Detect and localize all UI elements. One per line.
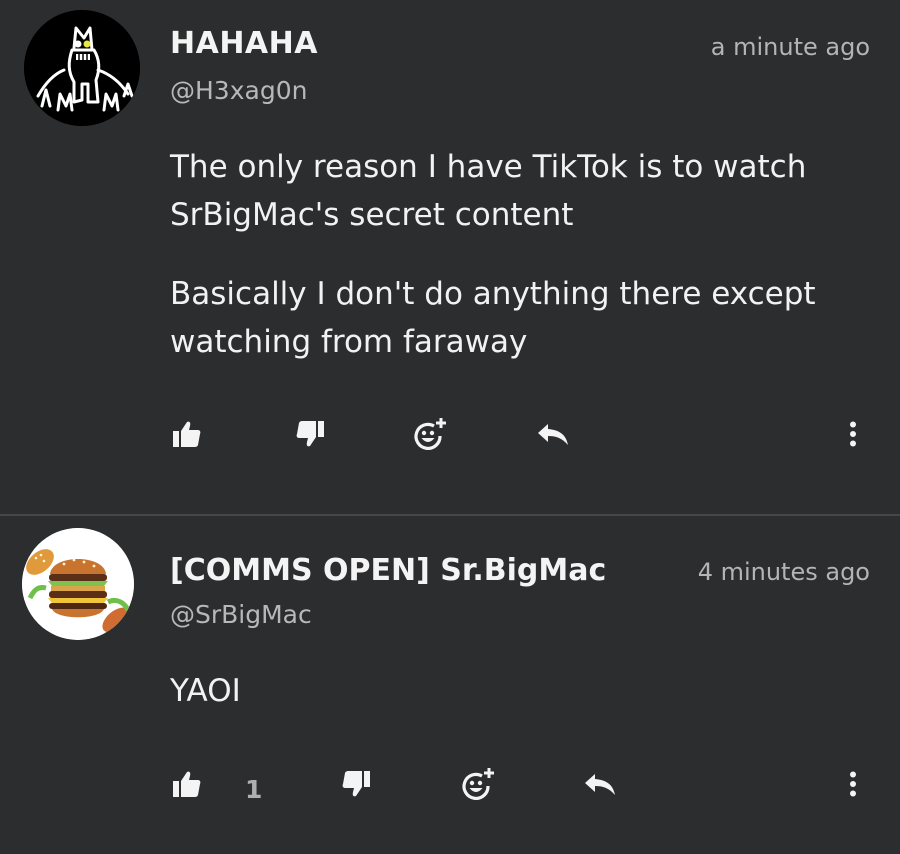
thumbs-down-icon xyxy=(296,421,324,447)
like-count: 1 xyxy=(245,775,263,804)
action-bar: 1 xyxy=(0,762,900,822)
comment-feed: HAHAHA @H3xag0n a minute ago The only re… xyxy=(0,0,900,854)
dislike-button[interactable] xyxy=(288,412,332,456)
add-reaction-icon xyxy=(414,418,446,450)
add-reaction-icon xyxy=(462,768,494,800)
action-bar xyxy=(0,412,900,472)
thumbs-down-icon xyxy=(342,771,370,797)
burger-avatar-icon xyxy=(22,528,134,640)
cat-drawing-avatar-icon xyxy=(24,10,140,126)
timestamp: 4 minutes ago xyxy=(697,558,870,586)
comment-paragraph: Basically I don't do anything there exce… xyxy=(170,276,816,360)
comment-divider xyxy=(0,514,900,516)
avatar[interactable] xyxy=(22,528,134,640)
like-button[interactable] xyxy=(165,412,209,456)
timestamp: a minute ago xyxy=(710,33,870,61)
display-name[interactable]: HAHAHA xyxy=(170,26,318,61)
more-options-button[interactable] xyxy=(831,412,875,456)
more-vertical-icon xyxy=(850,771,856,797)
thumbs-up-icon xyxy=(173,771,201,797)
add-reaction-button[interactable] xyxy=(456,762,500,806)
reply-button[interactable] xyxy=(531,412,575,456)
more-vertical-icon xyxy=(850,421,856,447)
thumbs-up-icon xyxy=(173,421,201,447)
comment-paragraph: YAOI xyxy=(170,673,241,709)
avatar[interactable] xyxy=(24,10,140,126)
reply-arrow-icon xyxy=(585,774,615,795)
user-handle[interactable]: @H3xag0n xyxy=(170,76,307,105)
dislike-button[interactable] xyxy=(334,762,378,806)
reply-button[interactable] xyxy=(578,762,622,806)
more-options-button[interactable] xyxy=(831,762,875,806)
comment-paragraph: The only reason I have TikTok is to watc… xyxy=(170,149,807,233)
comment-item: HAHAHA @H3xag0n a minute ago The only re… xyxy=(0,0,900,515)
user-handle[interactable]: @SrBigMac xyxy=(170,600,312,629)
reply-arrow-icon xyxy=(538,424,568,445)
add-reaction-button[interactable] xyxy=(408,412,452,456)
like-button[interactable] xyxy=(165,762,209,806)
display-name[interactable]: [COMMS OPEN] Sr.BigMac xyxy=(170,553,606,588)
